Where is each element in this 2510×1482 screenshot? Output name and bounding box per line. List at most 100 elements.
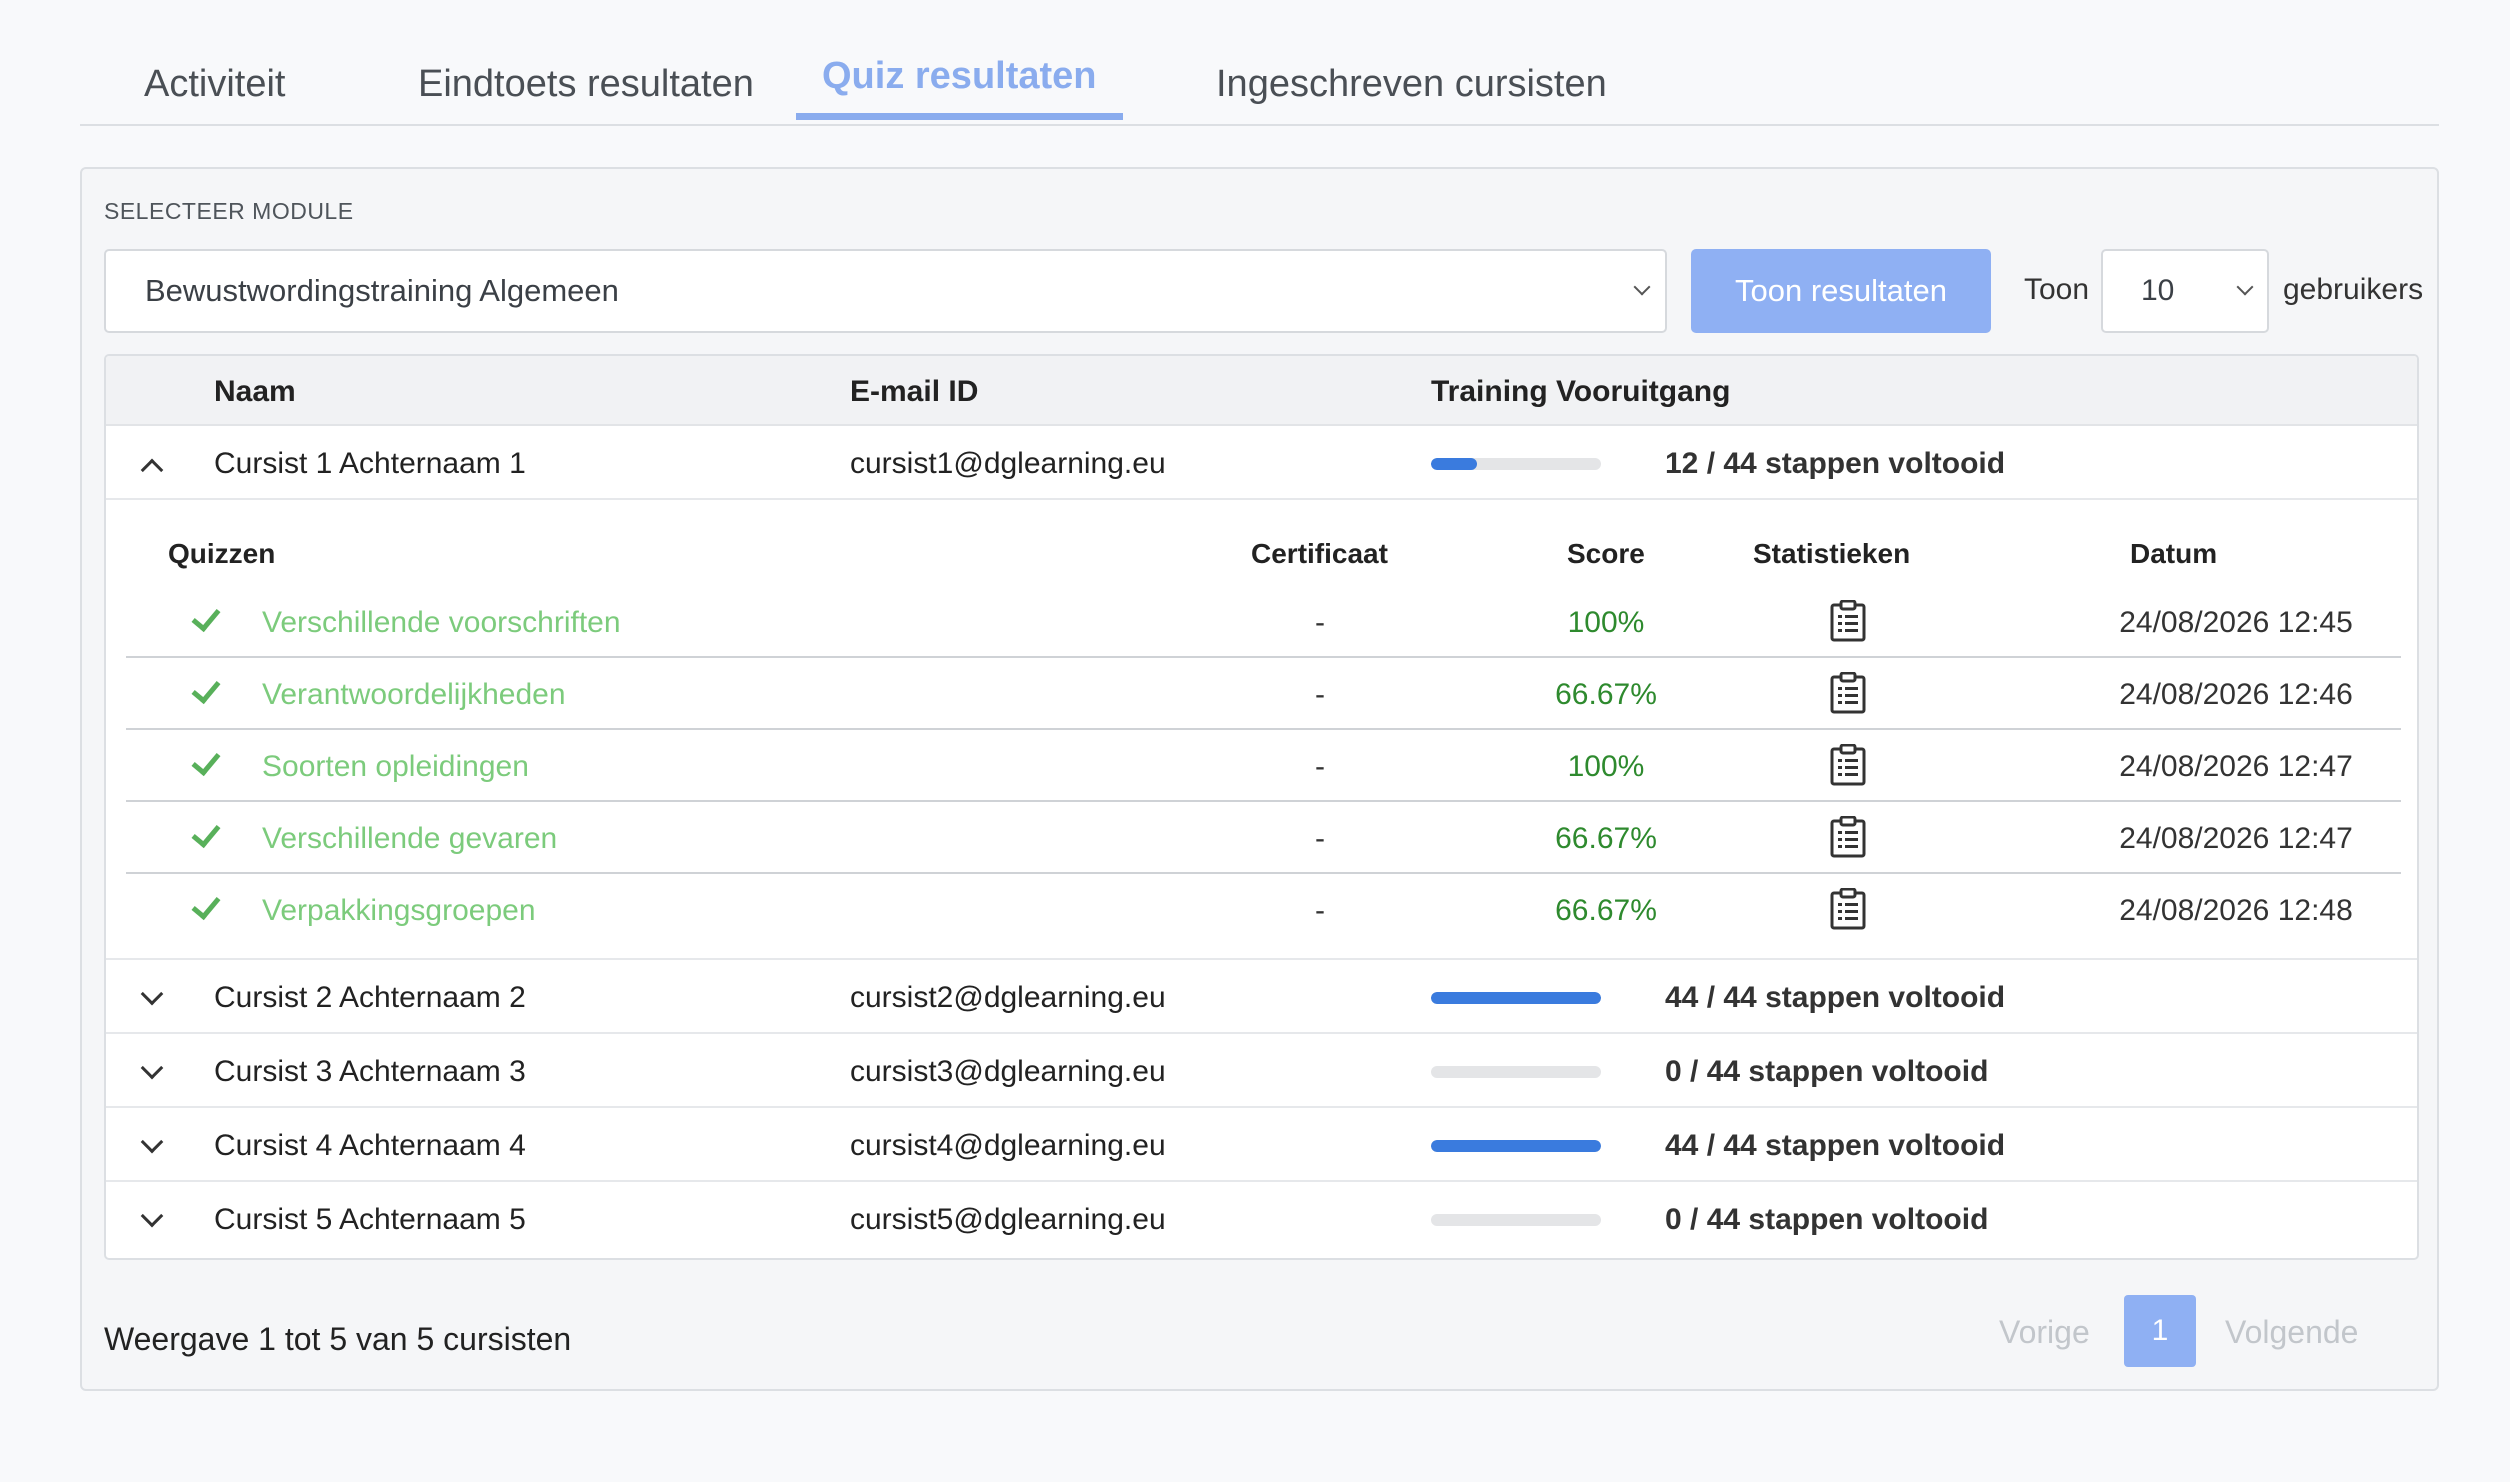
quiz-date: 24/08/2026 12:48 — [2119, 894, 2353, 927]
previous-page-button[interactable]: Vorige — [1999, 1297, 2090, 1367]
chevron-down-icon — [1633, 278, 1651, 296]
progress-bar — [1431, 992, 1601, 1004]
progress-bar — [1431, 1140, 1601, 1152]
tab-quiz-resultaten[interactable]: Quiz resultaten — [796, 56, 1123, 120]
table-row[interactable]: Cursist 1 Achternaam 1 cursist1@dglearni… — [106, 426, 2417, 500]
page-1-button[interactable]: 1 — [2124, 1295, 2196, 1367]
quiz-date: 24/08/2026 12:45 — [2119, 606, 2353, 639]
clipboard-list-icon[interactable] — [1830, 600, 1866, 642]
quiz-certificate: - — [1315, 606, 1325, 639]
progress-text: 0 / 44 stappen voltooid — [1665, 1055, 1989, 1088]
quiz-date: 24/08/2026 12:46 — [2119, 678, 2353, 711]
chevron-down-icon — [140, 1130, 164, 1154]
column-header-name[interactable]: Naam — [214, 375, 296, 409]
clipboard-list-icon[interactable] — [1830, 744, 1866, 786]
quiz-link[interactable]: Soorten opleidingen — [262, 750, 529, 784]
student-name: Cursist 2 Achternaam 2 — [214, 981, 526, 1014]
chevron-down-icon — [140, 1056, 164, 1080]
progress-bar — [1431, 1214, 1601, 1226]
progress-bar-fill — [1431, 992, 1601, 1004]
expand-row-button[interactable] — [136, 1204, 166, 1234]
quiz-score: 100% — [1567, 606, 1645, 639]
quiz-header-certificate: Certificaat — [1251, 538, 1388, 569]
chevron-down-icon — [2236, 278, 2254, 296]
progress-text: 12 / 44 stappen voltooid — [1665, 447, 2006, 480]
page: Activiteit Eindtoets resultaten Quiz res… — [0, 0, 2510, 1482]
progress-text: 44 / 44 stappen voltooid — [1665, 1129, 2006, 1162]
chevron-down-icon — [140, 1204, 164, 1228]
quiz-link[interactable]: Verschillende gevaren — [262, 822, 557, 856]
table-row[interactable]: Cursist 3 Achternaam 3 cursist3@dglearni… — [106, 1034, 2417, 1108]
show-results-button[interactable]: Toon resultaten — [1691, 249, 1991, 333]
tab-eindtoets-resultaten[interactable]: Eindtoets resultaten — [392, 64, 780, 126]
student-name: Cursist 1 Achternaam 1 — [214, 447, 526, 480]
users-label: gebruikers — [2283, 273, 2424, 306]
page-size-select[interactable]: 10 — [2101, 249, 2269, 333]
check-icon — [191, 745, 221, 777]
clipboard-list-icon[interactable] — [1830, 888, 1866, 930]
pagination-info: Weergave 1 tot 5 van 5 cursisten — [104, 1321, 572, 1357]
expand-row-button[interactable] — [136, 982, 166, 1012]
results-card: SELECTEER MODULE Bewustwordingstraining … — [80, 167, 2439, 1391]
check-icon — [191, 601, 221, 633]
quiz-row: Verschillende voorschriften - 100% 24/08… — [126, 586, 2401, 658]
quiz-score: 66.67% — [1555, 822, 1657, 855]
quiz-row: Verantwoordelijkheden - 66.67% 24/08/202… — [126, 658, 2401, 730]
student-email: cursist3@dglearning.eu — [850, 1055, 1166, 1088]
quiz-date: 24/08/2026 12:47 — [2119, 822, 2353, 855]
student-email: cursist2@dglearning.eu — [850, 981, 1166, 1014]
progress-text: 44 / 44 stappen voltooid — [1665, 981, 2006, 1014]
module-select-value: Bewustwordingstraining Algemeen — [145, 273, 619, 308]
student-email: cursist5@dglearning.eu — [850, 1203, 1166, 1236]
tab-activiteit[interactable]: Activiteit — [118, 64, 311, 126]
check-icon — [191, 889, 221, 921]
collapse-row-button[interactable] — [136, 448, 166, 482]
quiz-date: 24/08/2026 12:47 — [2119, 750, 2353, 783]
column-header-progress[interactable]: Training Vooruitgang — [1431, 375, 1730, 409]
progress-bar-fill — [1431, 1140, 1601, 1152]
table-row[interactable]: Cursist 5 Achternaam 5 cursist5@dglearni… — [106, 1182, 2417, 1256]
chevron-down-icon — [140, 982, 164, 1006]
quiz-score: 66.67% — [1555, 894, 1657, 927]
quiz-score: 66.67% — [1555, 678, 1657, 711]
student-email: cursist4@dglearning.eu — [850, 1129, 1166, 1162]
expand-row-button[interactable] — [136, 1056, 166, 1086]
next-page-button[interactable]: Volgende — [2225, 1297, 2358, 1367]
tab-ingeschreven-cursisten[interactable]: Ingeschreven cursisten — [1190, 64, 1633, 126]
student-name: Cursist 4 Achternaam 4 — [214, 1129, 526, 1162]
quiz-score: 100% — [1567, 750, 1645, 783]
student-email: cursist1@dglearning.eu — [850, 447, 1166, 480]
progress-bar — [1431, 458, 1601, 470]
student-name: Cursist 3 Achternaam 3 — [214, 1055, 526, 1088]
quiz-header-date: Datum — [2130, 538, 2218, 569]
table-row[interactable]: Cursist 2 Achternaam 2 cursist2@dglearni… — [106, 960, 2417, 1034]
quiz-link[interactable]: Verantwoordelijkheden — [262, 678, 566, 712]
quiz-certificate: - — [1315, 822, 1325, 855]
quiz-header-statistics: Statistieken — [1753, 538, 1911, 569]
show-count-label: Toon — [2024, 273, 2090, 306]
progress-bar-fill — [1431, 458, 1478, 470]
quiz-certificate: - — [1315, 750, 1325, 783]
expand-row-button[interactable] — [136, 1130, 166, 1160]
page-size-value: 10 — [2141, 274, 2175, 307]
table-row[interactable]: Cursist 4 Achternaam 4 cursist4@dglearni… — [106, 1108, 2417, 1182]
quiz-row: Verpakkingsgroepen - 66.67% 24/08/2026 1… — [126, 874, 2401, 946]
quiz-header-score: Score — [1567, 538, 1645, 569]
table-header: Naam E-mail ID Training Vooruitgang — [106, 356, 2417, 426]
check-icon — [191, 673, 221, 705]
quiz-link[interactable]: Verschillende voorschriften — [262, 606, 621, 640]
quiz-certificate: - — [1315, 678, 1325, 711]
column-header-email[interactable]: E-mail ID — [850, 375, 978, 409]
module-select[interactable]: Bewustwordingstraining Algemeen — [104, 249, 1667, 333]
quiz-row: Verschillende gevaren - 66.67% 24/08/202… — [126, 802, 2401, 874]
quiz-link[interactable]: Verpakkingsgroepen — [262, 894, 536, 928]
chevron-up-icon — [140, 458, 164, 482]
tab-bar: Activiteit Eindtoets resultaten Quiz res… — [80, 40, 2439, 126]
student-name: Cursist 5 Achternaam 5 — [214, 1203, 526, 1236]
clipboard-list-icon[interactable] — [1830, 672, 1866, 714]
check-icon — [191, 817, 221, 849]
quiz-row: Soorten opleidingen - 100% 24/08/2026 12… — [126, 730, 2401, 802]
clipboard-list-icon[interactable] — [1830, 816, 1866, 858]
quiz-details: Quizzen Certificaat Score Statistieken D… — [106, 502, 2417, 960]
quiz-certificate: - — [1315, 894, 1325, 927]
